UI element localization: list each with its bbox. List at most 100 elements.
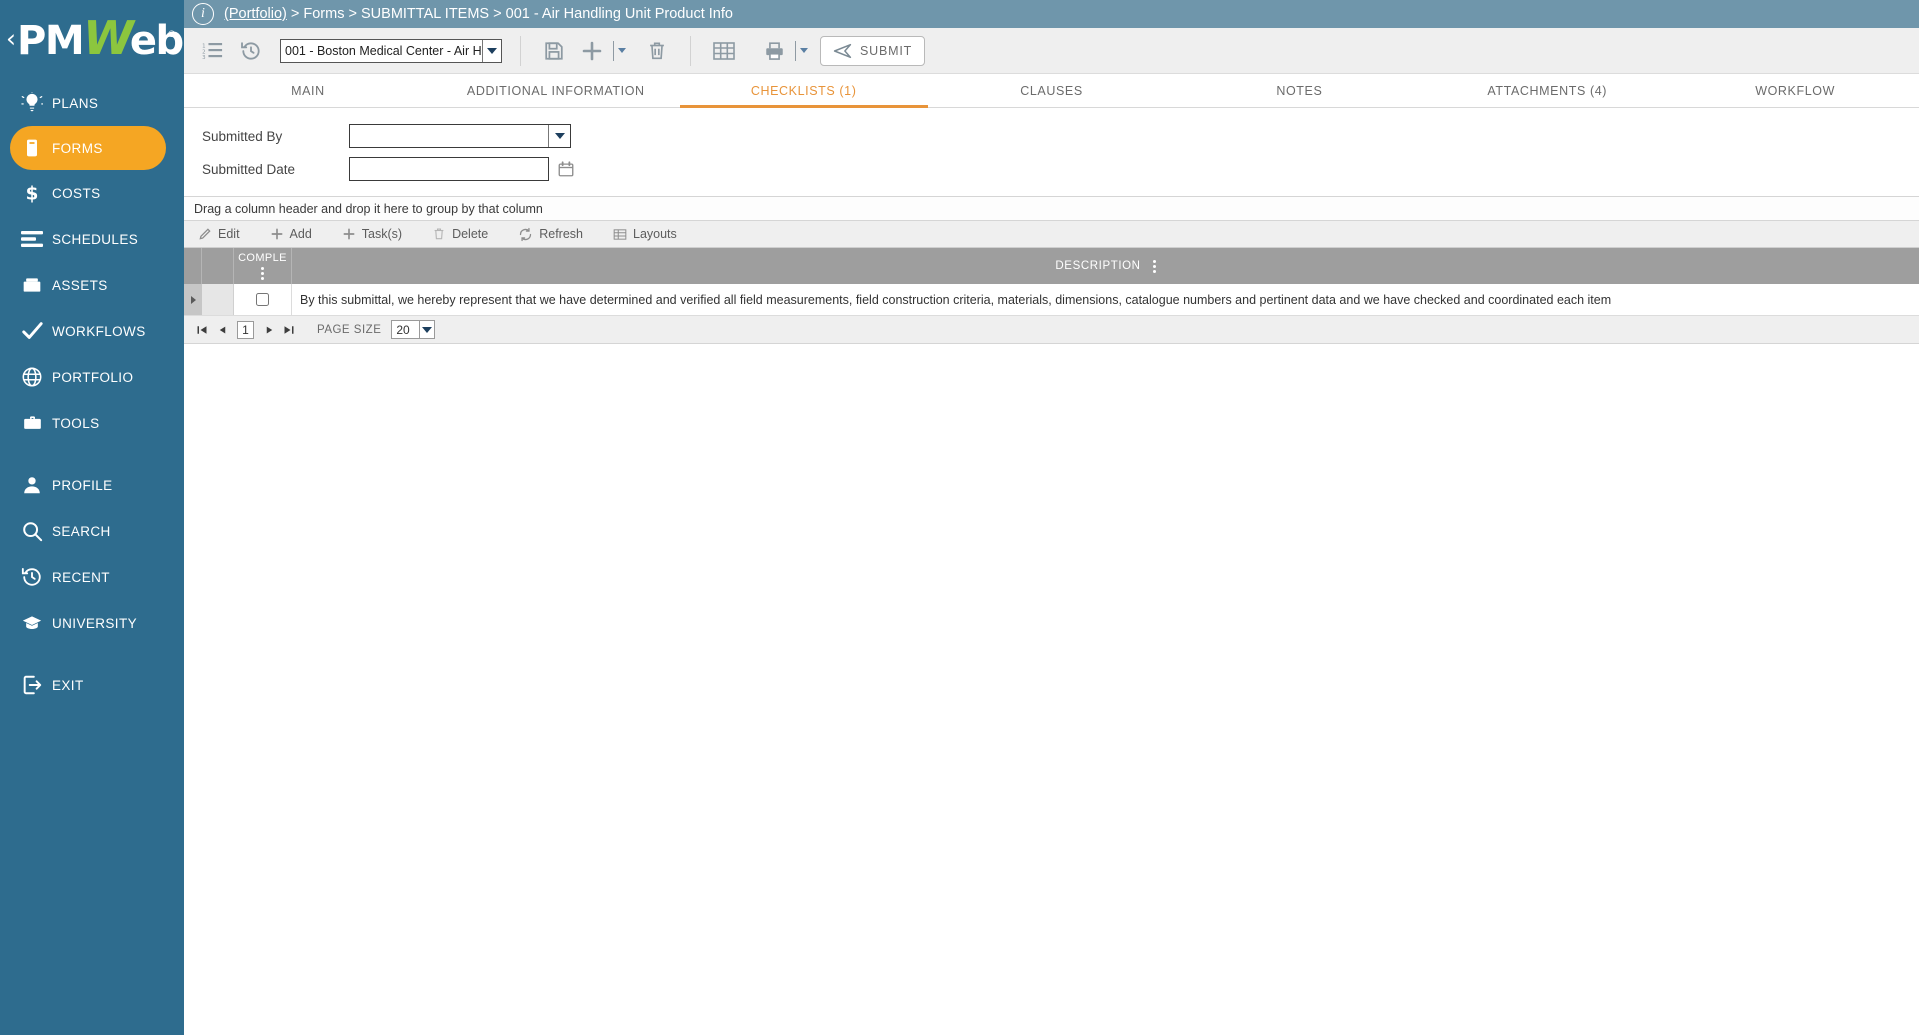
row-completed-cell[interactable] — [234, 284, 292, 315]
submitted-date-input[interactable] — [349, 157, 549, 181]
submitted-date-label: Submitted Date — [202, 161, 296, 177]
group-by-dropzone[interactable]: Drag a column header and drop it here to… — [184, 197, 1919, 221]
breadcrumb-forms[interactable]: Forms — [303, 6, 344, 22]
chevron-down-icon[interactable] — [618, 48, 626, 53]
svg-text:$: $ — [26, 184, 39, 205]
sidebar-item-forms[interactable]: FORMS — [10, 126, 166, 170]
column-menu-icon[interactable] — [1152, 259, 1156, 273]
submit-button[interactable]: SUBMIT — [820, 35, 926, 66]
checklist-form: Submitted By Submitted Date — [184, 108, 1919, 197]
breadcrumb-trail: (Portfolio) > Forms > SUBMITTAL ITEMS > … — [224, 6, 733, 22]
breadcrumb-current: 001 - Air Handling Unit Product Info — [505, 6, 733, 22]
calendar-icon[interactable] — [557, 160, 575, 178]
chevron-down-icon[interactable] — [548, 125, 570, 147]
sidebar-item-label: COSTS — [52, 185, 101, 201]
sidebar-item-plans[interactable]: PLANS — [0, 80, 184, 126]
search-icon — [12, 520, 52, 542]
tab-workflow[interactable]: WORKFLOW — [1671, 74, 1919, 107]
chevron-down-icon[interactable] — [800, 48, 808, 53]
tab-attachments[interactable]: ATTACHMENTS (4) — [1423, 74, 1671, 107]
column-header-completed-label: COMPLE — [238, 252, 287, 264]
sidebar-item-search[interactable]: SEARCH — [0, 508, 184, 554]
logo-text: PMWeb ® — [17, 15, 184, 61]
column-header-completed[interactable]: COMPLE — [234, 248, 292, 284]
grid-header-select-all[interactable] — [202, 248, 234, 284]
refresh-button[interactable]: Refresh — [518, 227, 583, 242]
tab-checklists[interactable]: CHECKLISTS (1) — [679, 74, 928, 108]
page-size-value: 20 — [396, 322, 410, 337]
last-page-button[interactable] — [281, 321, 297, 339]
paper-plane-icon — [833, 43, 852, 58]
tasks-button[interactable]: Task(s) — [342, 227, 402, 241]
sidebar-collapse-icon[interactable]: ‹ — [6, 26, 16, 51]
add-button[interactable]: Add — [270, 227, 312, 241]
breadcrumb-sep-3: > — [489, 6, 506, 22]
sidebar-item-tools[interactable]: TOOLS — [0, 400, 184, 446]
table-row[interactable]: By this submittal, we hereby represent t… — [184, 284, 1919, 316]
column-menu-icon[interactable] — [261, 267, 264, 280]
plus-icon — [270, 227, 284, 241]
tab-label: MAIN — [291, 83, 325, 98]
tab-bar: MAIN ADDITIONAL INFORMATION CHECKLISTS (… — [184, 74, 1919, 108]
plus-icon[interactable] — [573, 32, 611, 70]
row-select-cell[interactable] — [202, 284, 234, 315]
sidebar-item-assets[interactable]: ASSETS — [0, 262, 184, 308]
info-icon[interactable]: i — [192, 3, 214, 25]
completed-checkbox[interactable] — [256, 293, 269, 306]
sidebar-item-label: TOOLS — [52, 415, 100, 431]
delete-button[interactable]: Delete — [432, 227, 488, 241]
sidebar-item-portfolio[interactable]: PORTFOLIO — [0, 354, 184, 400]
page-number-button[interactable]: 1 — [237, 320, 254, 339]
project-select-value: 001 - Boston Medical Center - Air Ha — [285, 43, 482, 58]
sidebar-item-costs[interactable]: $ COSTS — [0, 170, 184, 216]
sidebar-item-workflows[interactable]: WORKFLOWS — [0, 308, 184, 354]
tab-additional-information[interactable]: ADDITIONAL INFORMATION — [432, 74, 680, 107]
tab-main[interactable]: MAIN — [184, 74, 432, 107]
edit-button[interactable]: Edit — [198, 227, 240, 241]
sidebar-item-university[interactable]: UNIVERSITY — [0, 600, 184, 646]
logo-w: W — [83, 11, 134, 65]
add-split-button[interactable] — [573, 32, 626, 70]
delete-button[interactable] — [638, 32, 676, 70]
logo[interactable]: ‹ PMWeb ® — [0, 0, 184, 76]
print-split-button[interactable] — [755, 32, 808, 70]
submitted-by-select[interactable] — [349, 124, 571, 148]
tab-clauses[interactable]: CLAUSES — [928, 74, 1176, 107]
main-area: i (Portfolio) > Forms > SUBMITTAL ITEMS … — [184, 0, 1919, 1035]
split-divider — [613, 40, 614, 61]
page-size-select[interactable]: 20 — [391, 320, 436, 339]
chevron-down-icon[interactable] — [481, 39, 501, 62]
sidebar-item-label: SCHEDULES — [52, 231, 139, 247]
checklists-panel: Submitted By Submitted Date Drag a colum… — [184, 108, 1919, 1035]
breadcrumb-root[interactable]: (Portfolio) — [224, 6, 287, 22]
project-select[interactable]: 001 - Boston Medical Center - Air Ha — [280, 38, 502, 63]
next-page-button[interactable] — [261, 321, 277, 339]
breadcrumb-submittal-items[interactable]: SUBMITTAL ITEMS — [361, 6, 489, 22]
save-button[interactable] — [535, 32, 573, 70]
printer-icon[interactable] — [755, 32, 793, 70]
refresh-button-label: Refresh — [539, 227, 583, 241]
breadcrumb-sep-1: > — [286, 6, 304, 22]
sidebar-item-schedules[interactable]: SCHEDULES — [0, 216, 184, 262]
tab-label: WORKFLOW — [1755, 83, 1835, 98]
page-number-label: 1 — [242, 322, 249, 337]
history-revert-icon[interactable] — [232, 32, 270, 70]
layouts-button[interactable]: Layouts — [613, 227, 677, 241]
sidebar-item-exit[interactable]: EXIT — [0, 662, 184, 708]
table-grid-icon[interactable] — [705, 32, 743, 70]
briefcase-icon — [12, 413, 52, 433]
row-expander[interactable] — [184, 284, 202, 315]
sidebar-item-recent[interactable]: RECENT — [0, 554, 184, 600]
first-page-button[interactable] — [194, 321, 210, 339]
sidebar-item-profile[interactable]: PROFILE — [0, 462, 184, 508]
column-header-description[interactable]: DESCRIPTION — [292, 248, 1919, 284]
list-icon[interactable]: 123 — [194, 32, 232, 70]
trash-icon — [432, 227, 446, 241]
submit-button-label: SUBMIT — [860, 43, 913, 58]
sidebar-nav: PLANS FORMS $ COSTS SCHEDULES ASSETS WOR… — [0, 76, 184, 708]
grid-pager: 1 PAGE SIZE 20 — [184, 316, 1919, 344]
tab-label: ATTACHMENTS (4) — [1487, 83, 1608, 98]
prev-page-button[interactable] — [214, 321, 230, 339]
chevron-down-icon[interactable] — [419, 321, 434, 338]
tab-notes[interactable]: NOTES — [1175, 74, 1423, 107]
